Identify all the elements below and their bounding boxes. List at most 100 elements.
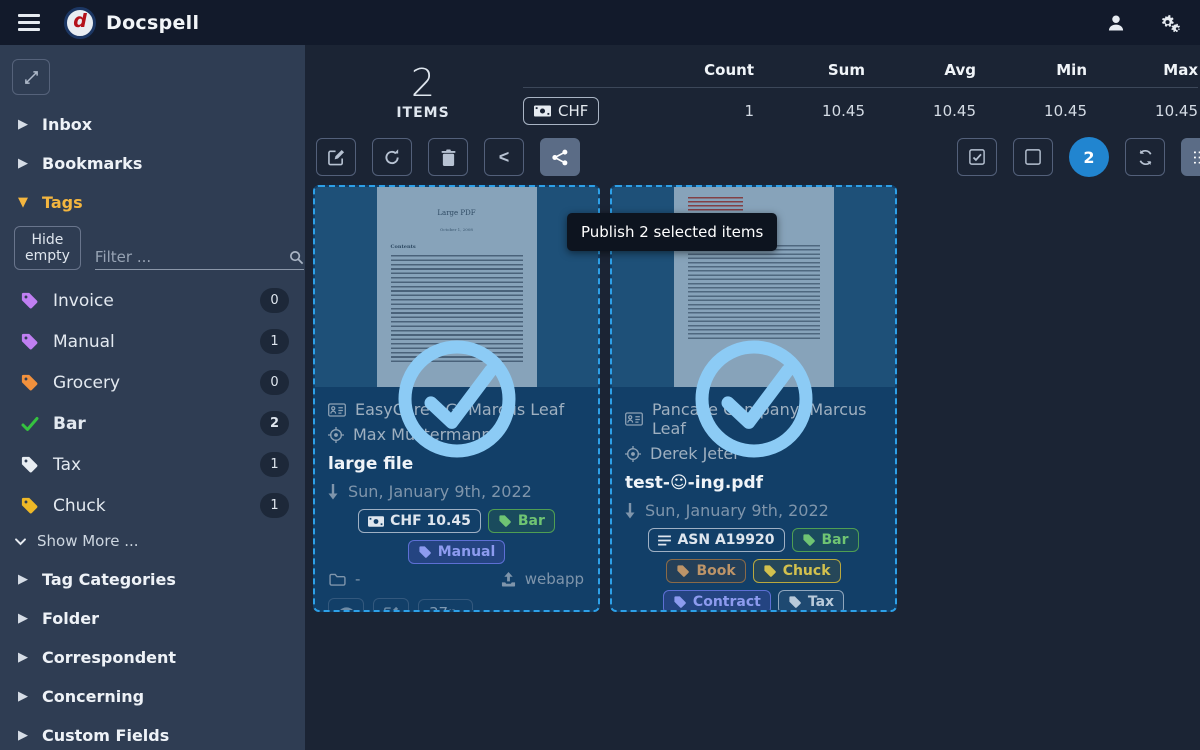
crosshair-icon: [625, 446, 641, 462]
sidebar-item-correspondent[interactable]: ▶ Correspondent: [0, 638, 305, 677]
tag-item-manual[interactable]: Manual 1: [0, 321, 305, 362]
tag-item-tax[interactable]: Tax 1: [0, 444, 305, 485]
sidebar-item-custom-fields[interactable]: ▶ Custom Fields: [0, 716, 305, 750]
eye-icon: [338, 607, 355, 612]
tag-item-invoice[interactable]: Invoice 0: [0, 280, 305, 321]
source-value: webapp: [525, 570, 584, 588]
correspondent-line: Pancake Company, Marcus Leaf: [625, 397, 882, 441]
sidebar-item-tags[interactable]: ▼ Tags: [0, 183, 305, 222]
tag-item-bar[interactable]: Bar 2: [0, 403, 305, 444]
tag-icon: [418, 545, 432, 559]
show-more-tags[interactable]: Show More ...: [0, 526, 305, 560]
merge-selected-button[interactable]: <: [484, 138, 524, 176]
deselect-all-button[interactable]: [1013, 138, 1053, 176]
bars-icon: [658, 535, 671, 546]
selection-toolbar: < 2: [316, 137, 1200, 177]
caret-right-icon: ▶: [18, 728, 28, 743]
address-card-icon: [328, 403, 346, 417]
tag-filter-input[interactable]: [95, 248, 289, 266]
tag-icon: [20, 332, 40, 351]
col-avg: Avg: [865, 61, 976, 79]
item-card-large-file[interactable]: Large PDF October 1, 2008 Contents EasyC…: [313, 185, 600, 612]
tag-item-grocery[interactable]: Grocery 0: [0, 362, 305, 403]
publish-selected-button[interactable]: [540, 138, 580, 176]
docspell-logo[interactable]: d: [64, 7, 96, 39]
list-icon: [1193, 150, 1200, 165]
tag-icon: [802, 533, 816, 547]
sync-icon: [1137, 149, 1154, 166]
tag-count-badge: 0: [260, 288, 289, 313]
settings-gears-icon[interactable]: [1156, 12, 1182, 34]
selected-count-badge: 2: [1069, 137, 1109, 177]
tag-badge-chuck[interactable]: Chuck: [753, 559, 841, 583]
upload-icon: [501, 572, 516, 587]
tag-badge-manual[interactable]: Manual: [408, 540, 506, 564]
tag-badge-bar[interactable]: Bar: [792, 528, 859, 552]
folder-source-row: - webapp: [328, 564, 585, 596]
select-all-button[interactable]: [957, 138, 997, 176]
sidebar-item-bookmarks[interactable]: ▶ Bookmarks: [0, 144, 305, 183]
list-view-button[interactable]: [1181, 138, 1200, 176]
share-icon: [552, 149, 568, 166]
top-navbar: d Docspell: [0, 0, 1200, 45]
amount-badge: CHF 10.45: [358, 509, 481, 533]
sidebar: ▶ Inbox ▶ Bookmarks ▼ Tags Hide empty In…: [0, 45, 305, 750]
address-card-icon: [625, 412, 643, 426]
caret-right-icon: ▶: [18, 611, 28, 626]
page-count-badge: 37p.: [418, 599, 473, 612]
tag-icon: [676, 564, 690, 578]
tag-icon: [498, 514, 512, 528]
app-title: Docspell: [106, 12, 199, 34]
tag-count-badge: 1: [260, 493, 289, 518]
chevron-down-icon: [14, 535, 27, 548]
hide-empty-button[interactable]: Hide empty: [14, 226, 81, 270]
table-row: CHF 1 10.45 10.45 10.45 10.45: [523, 88, 1198, 125]
edit-item-button[interactable]: [373, 598, 409, 612]
currency-badge: CHF: [523, 97, 599, 125]
check-icon: [20, 414, 40, 434]
tag-count-badge: 2: [260, 411, 289, 436]
tag-badge-bar[interactable]: Bar: [488, 509, 555, 533]
tag-badge-book[interactable]: Book: [666, 559, 745, 583]
caret-right-icon: ▶: [18, 689, 28, 704]
preview-button[interactable]: [328, 598, 364, 612]
stat-min: 10.45: [976, 102, 1087, 120]
redo-icon: [384, 149, 401, 166]
tag-filter: [95, 248, 304, 270]
menu-icon[interactable]: [18, 14, 40, 31]
tag-icon: [763, 564, 777, 578]
caret-right-icon: ▶: [18, 572, 28, 587]
sidebar-item-concerning[interactable]: ▶ Concerning: [0, 677, 305, 716]
publish-tooltip: Publish 2 selected items: [567, 213, 777, 251]
tag-icon: [20, 291, 40, 310]
arrow-down-icon: [625, 503, 635, 519]
currency-stats-table: Count Sum Avg Min Max CHF 1 10.45 1: [523, 61, 1198, 125]
check-square-icon: [969, 149, 985, 165]
reprocess-button[interactable]: [372, 138, 412, 176]
caret-right-icon: ▶: [18, 117, 28, 132]
user-icon[interactable]: [1106, 13, 1126, 33]
sidebar-item-inbox[interactable]: ▶ Inbox: [0, 105, 305, 144]
edit-selected-button[interactable]: [316, 138, 356, 176]
stats-summary: 2 ITEMS Count Sum Avg Min Max CHF: [313, 45, 1200, 131]
tag-badge-tax[interactable]: Tax: [778, 590, 844, 612]
delete-selected-button[interactable]: [428, 138, 468, 176]
edit-icon: [384, 606, 399, 613]
trash-icon: [441, 149, 456, 166]
tag-badge-contract[interactable]: Contract: [663, 590, 771, 612]
stat-count: 1: [643, 102, 754, 120]
concerning-line: Max Mustermann: [328, 422, 585, 447]
tag-icon: [20, 373, 40, 392]
tag-item-chuck[interactable]: Chuck 1: [0, 485, 305, 526]
search-icon: [289, 250, 304, 265]
sidebar-item-tag-categories[interactable]: ▶ Tag Categories: [0, 560, 305, 599]
card-footer: 37p.: [315, 596, 598, 612]
money-bill-icon: [534, 105, 551, 117]
invert-selection-button[interactable]: [1125, 138, 1165, 176]
tag-icon: [20, 496, 40, 515]
collapse-sidebar-button[interactable]: [12, 59, 50, 95]
main-content: 2 ITEMS Count Sum Avg Min Max CHF: [305, 45, 1200, 750]
item-badges: CHF 10.45 Bar Manual: [328, 509, 585, 564]
sidebar-item-folder[interactable]: ▶ Folder: [0, 599, 305, 638]
item-date: Sun, January 9th, 2022: [328, 480, 585, 509]
